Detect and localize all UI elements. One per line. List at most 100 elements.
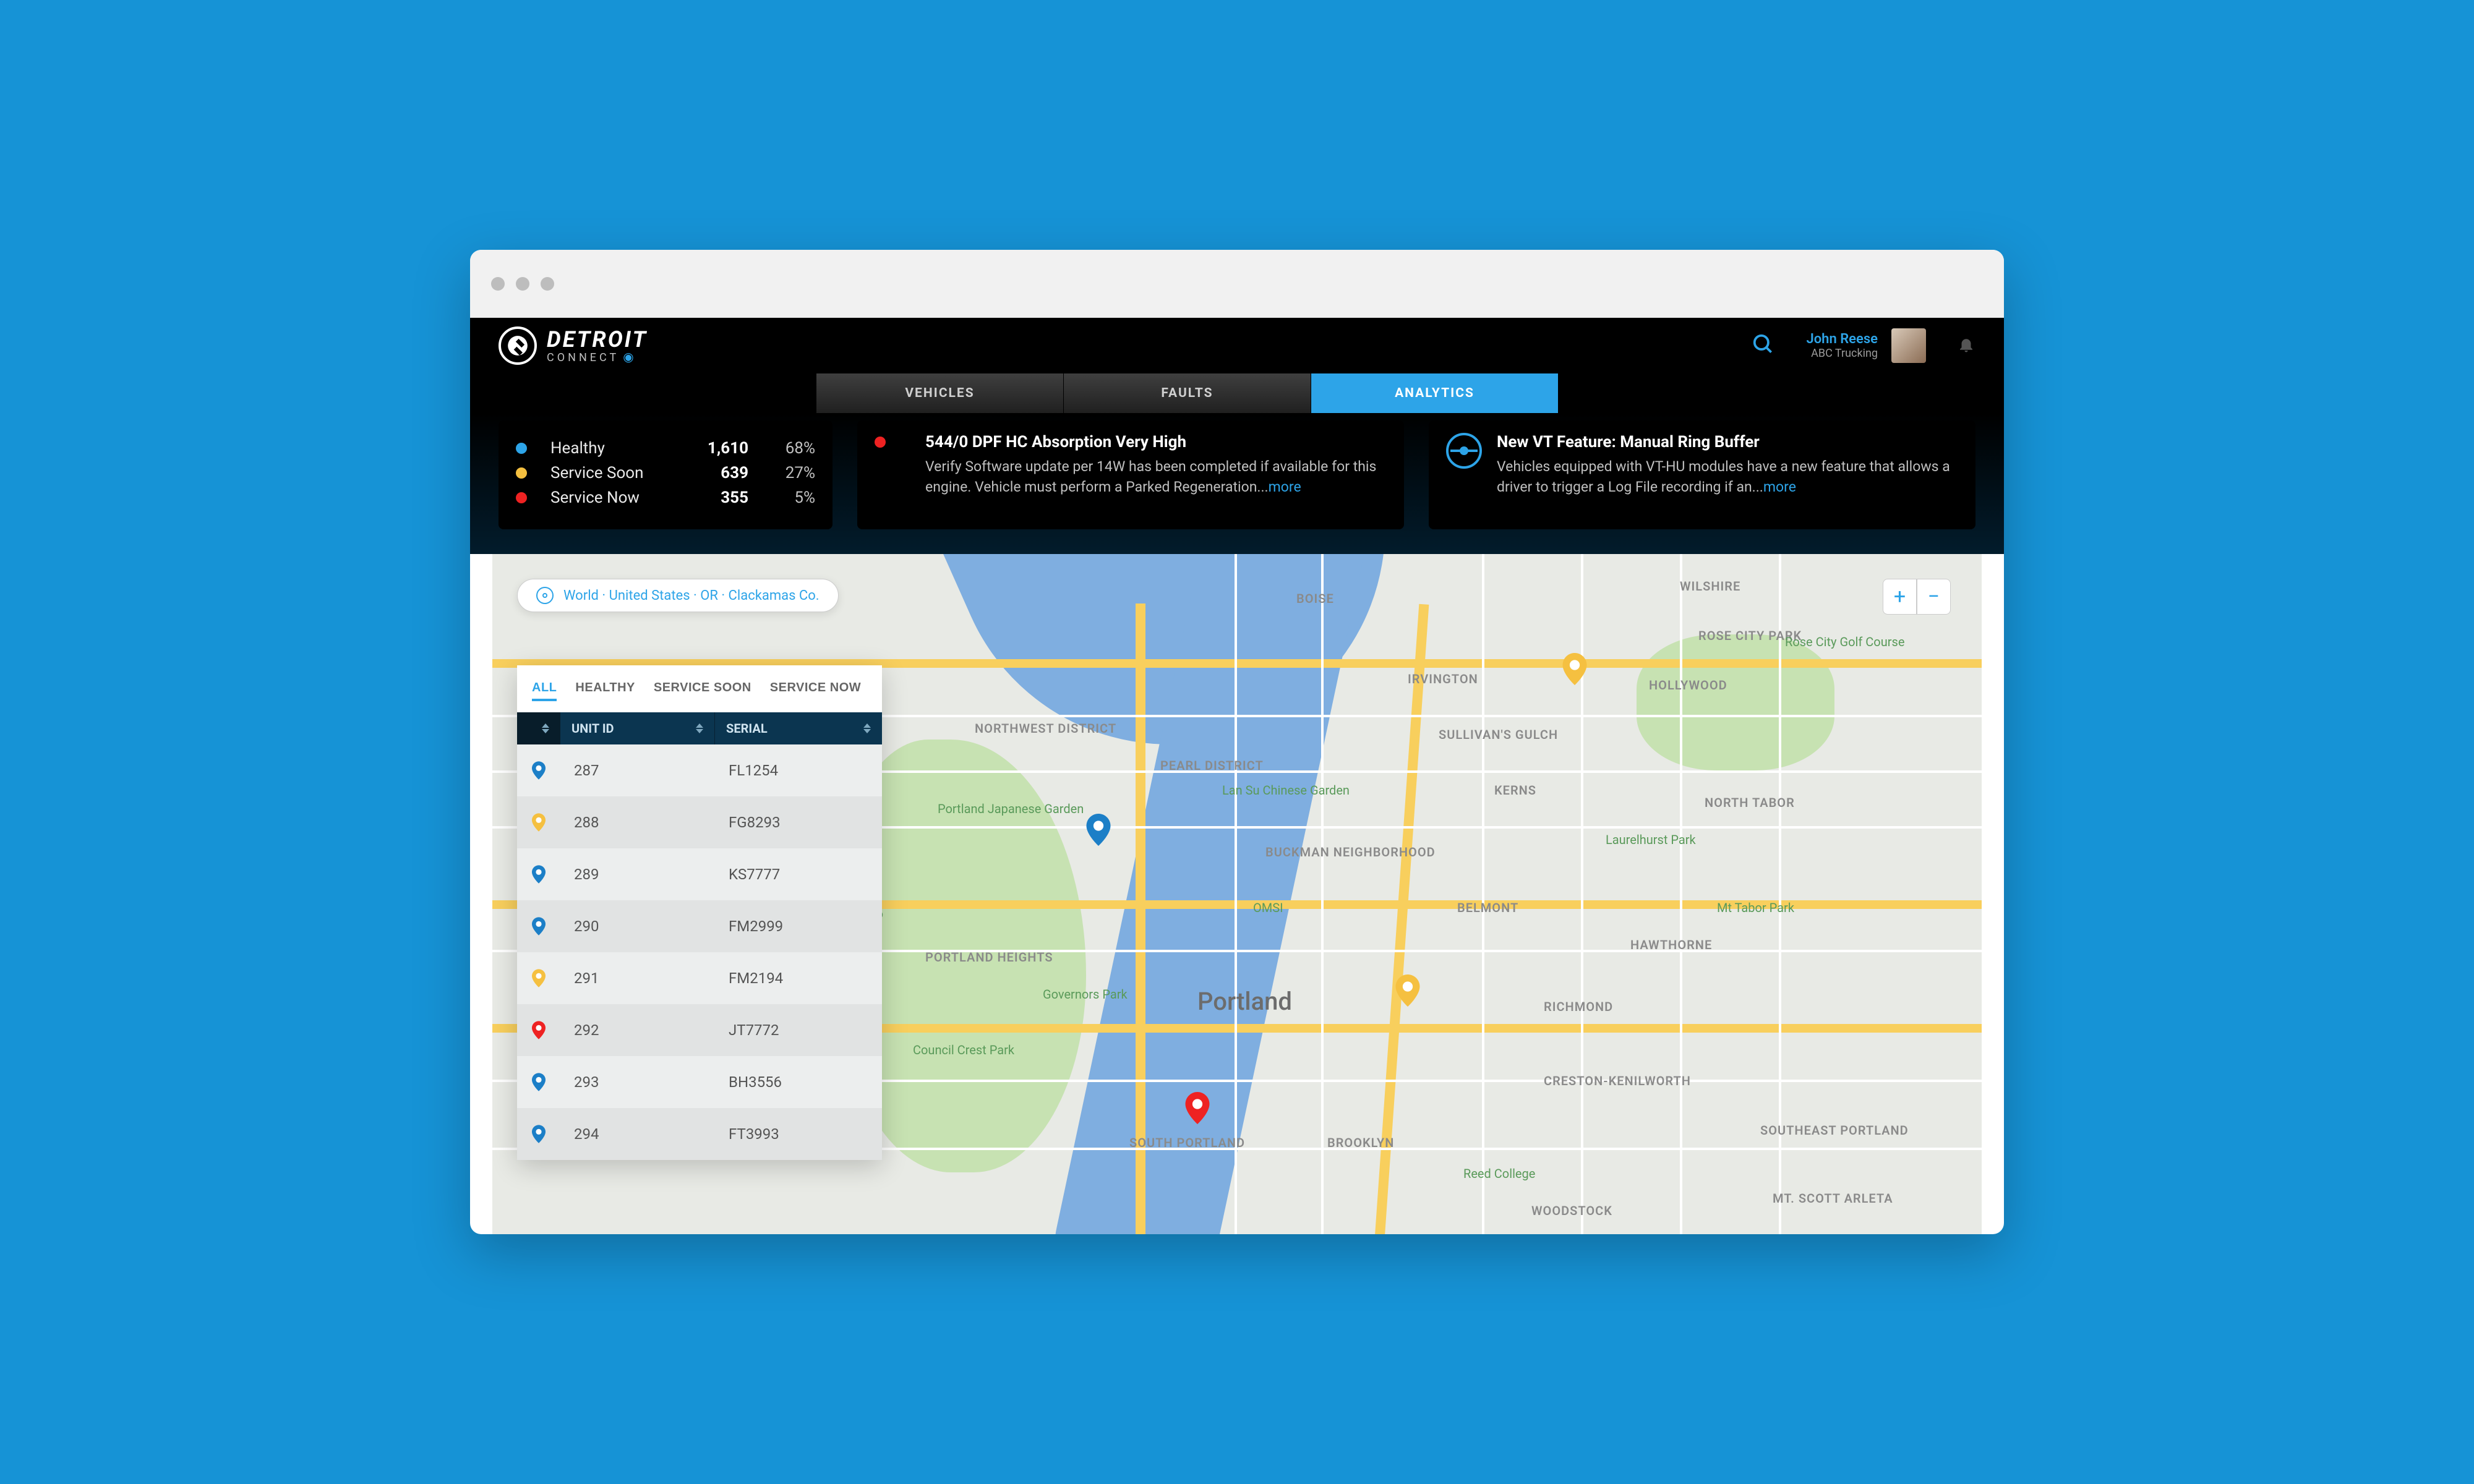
map-label: BOISE [1296,591,1334,606]
vehicle-filter-tabs: ALL HEALTHY SERVICE SOON SERVICE NOW [517,665,882,712]
fault-more-link[interactable]: more [1269,479,1301,495]
row-serial: BH3556 [715,1073,882,1091]
map-label: HOLLYWOOD [1649,678,1727,693]
brand-line2: CONNECT [547,351,619,364]
map-label: HAWTHORNE [1630,937,1712,952]
stat-row-healthy: Healthy 1,610 68% [516,439,815,458]
row-pin-icon [517,1021,560,1039]
user-name: John Reese [1806,331,1878,347]
stat-label: Healthy [550,439,669,458]
dot-icon [516,492,527,503]
col-serial[interactable]: SERIAL [715,712,882,744]
stat-count: 355 [687,488,748,507]
map-poi: Reed College [1463,1166,1535,1181]
tab-faults[interactable]: FAULTS [1064,373,1311,413]
col-unit[interactable]: UNIT ID [560,712,715,744]
search-icon[interactable] [1752,333,1775,359]
row-serial: KS7777 [715,866,882,883]
row-unit: 289 [560,866,715,883]
fault-alert-card: 544/0 DPF HC Absorption Very High Verify… [857,420,1404,529]
brand-text: DETROIT CONNECT ◉ [547,328,648,364]
bell-icon[interactable] [1957,335,1975,356]
table-row[interactable]: 294 FT3993 [517,1108,882,1160]
map-pin[interactable] [1562,653,1587,685]
col-serial-label: SERIAL [726,722,768,735]
table-row[interactable]: 290 FM2999 [517,900,882,952]
row-pin-icon [517,813,560,832]
stat-label: Service Soon [550,464,669,482]
map-breadcrumb[interactable]: World · United States · OR · Clackamas C… [517,579,839,612]
feature-title: New VT Feature: Manual Ring Buffer [1497,433,1958,451]
row-pin-icon [517,1073,560,1091]
stat-row-soon: Service Soon 639 27% [516,464,815,482]
stat-pct: 68% [766,439,815,458]
vehicle-table-header: UNIT ID SERIAL [517,712,882,744]
fleet-map[interactable]: Portland PEARL DISTRICT NORTHWEST DISTRI… [492,554,1982,1234]
row-unit: 294 [560,1125,715,1143]
map-label: PORTLAND HEIGHTS [925,950,1053,965]
traffic-light-min[interactable] [516,277,529,291]
vehicle-table-body: 287 FL1254 288 FG8293 289 KS7777 290 FM2… [517,744,882,1160]
wifi-icon: ◉ [623,349,633,364]
feature-news-card: New VT Feature: Manual Ring Buffer Vehic… [1429,420,1975,529]
brand-line1: DETROIT [547,328,648,351]
feature-more-link[interactable]: more [1763,479,1796,495]
veh-tab-all[interactable]: ALL [532,681,557,701]
map-pin[interactable] [1086,814,1111,846]
stat-label: Service Now [550,488,669,507]
map-label: SOUTHEAST PORTLAND [1760,1123,1909,1138]
map-label: BUCKMAN NEIGHBORHOOD [1265,845,1436,859]
row-serial: FM2194 [715,970,882,987]
user-menu[interactable]: John Reese ABC Trucking [1806,328,1926,363]
dashboard-cards: Healthy 1,610 68% Service Soon 639 27% S… [470,413,2004,554]
map-label: CRESTON-KENILWORTH [1544,1073,1691,1088]
row-unit: 290 [560,918,715,935]
row-pin-icon [517,917,560,936]
zoom-out-button[interactable]: − [1917,579,1951,615]
col-unit-label: UNIT ID [571,722,614,735]
veh-tab-now[interactable]: SERVICE NOW [770,681,861,701]
table-row[interactable]: 292 JT7772 [517,1004,882,1056]
map-label: SULLIVAN'S GULCH [1439,727,1558,742]
tab-vehicles[interactable]: VEHICLES [816,373,1064,413]
map-label: BELMONT [1457,900,1518,915]
map-label: WOODSTOCK [1531,1203,1612,1218]
zoom-control: + − [1883,579,1951,615]
table-row[interactable]: 288 FG8293 [517,796,882,848]
map-city-label: Portland [1197,987,1292,1016]
veh-tab-healthy[interactable]: HEALTHY [575,681,635,701]
tab-analytics[interactable]: ANALYTICS [1311,373,1559,413]
app-header: DETROIT CONNECT ◉ John Reese ABC Trucking [470,318,2004,373]
map-pin[interactable] [1185,1092,1210,1124]
map-poi: Governors Park [1043,987,1128,1002]
table-row[interactable]: 293 BH3556 [517,1056,882,1108]
map-label: MT. SCOTT ARLETA [1773,1191,1893,1206]
traffic-light-max[interactable] [541,277,554,291]
traffic-light-close[interactable] [491,277,505,291]
browser-window: DETROIT CONNECT ◉ John Reese ABC Trucking… [470,250,2004,1234]
browser-titlebar [470,250,2004,318]
row-pin-icon [517,761,560,780]
map-label: RICHMOND [1544,999,1613,1014]
brand-logo[interactable]: DETROIT CONNECT ◉ [499,326,648,365]
row-unit: 287 [560,762,715,779]
stat-row-now: Service Now 355 5% [516,488,815,507]
table-row[interactable]: 289 KS7777 [517,848,882,900]
fleet-status-card: Healthy 1,610 68% Service Soon 639 27% S… [499,420,833,529]
avatar[interactable] [1891,328,1926,363]
veh-tab-soon[interactable]: SERVICE SOON [654,681,751,701]
row-pin-icon [517,865,560,884]
map-label: WILSHIRE [1680,579,1740,594]
map-pin[interactable] [1395,974,1420,1007]
table-row[interactable]: 291 FM2194 [517,952,882,1004]
stat-pct: 5% [766,488,815,507]
vehicle-list-panel: ALL HEALTHY SERVICE SOON SERVICE NOW UNI… [517,665,882,1160]
zoom-in-button[interactable]: + [1883,579,1917,615]
row-unit: 291 [560,970,715,987]
dot-icon [516,443,527,454]
col-pin[interactable] [517,712,560,744]
table-row[interactable]: 287 FL1254 [517,744,882,796]
map-poi: Laurelhurst Park [1606,832,1696,847]
locate-icon [536,587,554,604]
brand-mark-icon [499,326,537,365]
